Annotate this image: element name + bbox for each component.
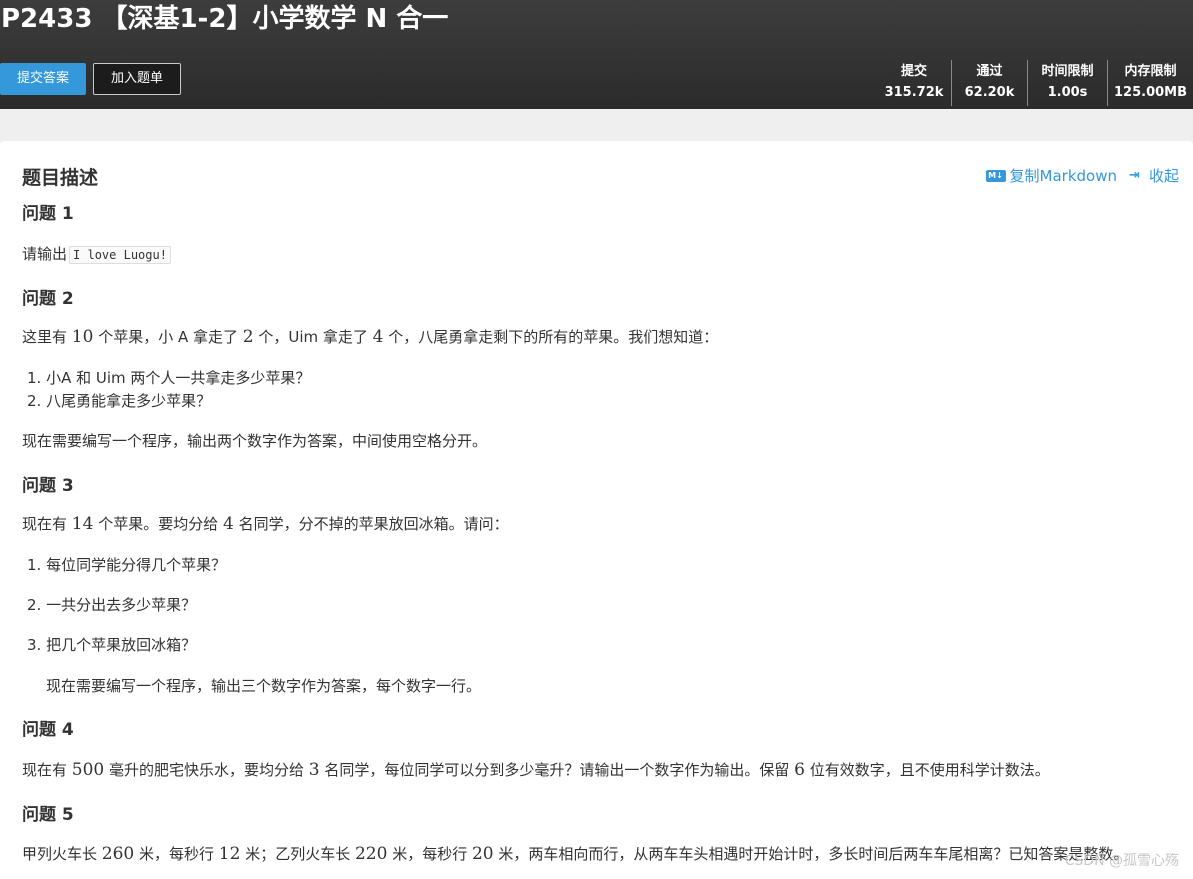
q2-text: 个苹果，小 A 拿走了 <box>93 328 243 346</box>
question-1-text: 请输出 I love Luogu! <box>22 243 171 264</box>
q4-text: 现在有 <box>22 761 72 779</box>
question-3-title: 问题 3 <box>22 476 74 496</box>
q5-number: 20 <box>471 844 494 864</box>
q2-number: 4 <box>372 327 384 347</box>
q4-number: 6 <box>794 760 805 780</box>
stat-label: 提交 <box>900 64 927 79</box>
question-3-paragraph: 现在有 14 个苹果。要均分给 4 名同学，分不掉的苹果放回冰箱。请问： <box>22 513 509 534</box>
stat-label: 时间限制 <box>1041 64 1094 79</box>
stat-value: 125.00MB <box>1114 85 1188 100</box>
question-2-note: 现在需要编写一个程序，输出两个数字作为答案，中间使用空格分开。 <box>22 432 488 450</box>
stat-time-limit: 时间限制 1.00s <box>1027 60 1107 106</box>
q3-number: 4 <box>222 514 234 534</box>
q4-number: 3 <box>308 760 320 780</box>
collapse-button[interactable]: ⇥ 收起 <box>1117 165 1179 186</box>
markdown-icon: M↓ <box>985 169 1006 182</box>
stat-label: 通过 <box>976 64 1003 79</box>
q5-text: 米，每秒行 <box>387 845 472 863</box>
q4-text: 名同学，每位同学可以分到多少毫升？请输出一个数字作为输出。保留 <box>319 761 795 779</box>
q2-number: 2 <box>242 327 254 347</box>
card-tools: M↓ 复制Markdown ⇥ 收起 <box>985 165 1179 186</box>
section-heading: 题目描述 <box>22 167 99 189</box>
q2-number: 10 <box>71 327 94 347</box>
q3-text: 名同学，分不掉的苹果放回冰箱。请问： <box>233 515 509 533</box>
stat-accepted: 通过 62.20k <box>951 60 1027 106</box>
list-item: 2. 一共分出去多少苹果？ <box>27 596 197 614</box>
q3-text: 现在有 <box>22 515 72 533</box>
stat-value: 1.00s <box>1047 85 1088 100</box>
collapse-icon: ⇥ <box>1128 168 1140 183</box>
copy-markdown-label: 复制Markdown <box>1009 167 1117 185</box>
q2-text: 个，八尾勇拿走剩下的所有的苹果。我们想知道： <box>383 328 719 346</box>
q3-text: 个苹果。要均分给 <box>93 515 223 533</box>
question-2-paragraph: 这里有 10 个苹果，小 A 拿走了 2 个，Uim 拿走了 4 个，八尾勇拿走… <box>22 326 718 347</box>
list-item: 3. 把几个苹果放回冰箱？ <box>27 636 197 654</box>
q5-text: 米，每秒行 <box>134 845 219 863</box>
question-4-paragraph: 现在有 500 毫升的肥宅快乐水，要均分给 3 名同学，每位同学可以分到多少毫升… <box>22 759 1050 780</box>
stat-label: 内存限制 <box>1124 64 1177 79</box>
question-4-title: 问题 4 <box>22 720 74 740</box>
collapse-label: 收起 <box>1148 167 1179 185</box>
q4-text: 位有效数字，且不使用科学计数法。 <box>804 761 1050 779</box>
problem-title: P2433 【深基1-2】小学数学 N 合一 <box>1 4 449 34</box>
q5-number: 12 <box>218 844 241 864</box>
list-item: 1. 每位同学能分得几个苹果？ <box>27 556 227 574</box>
q2-text: 个，Uim 拿走了 <box>253 328 373 346</box>
q1-text: 请输出 <box>22 245 68 263</box>
q1-code: I love Luogu! <box>69 246 171 264</box>
q5-number: 260 <box>101 844 135 864</box>
stat-value: 62.20k <box>964 85 1015 100</box>
question-5-paragraph: 甲列火车长 260 米，每秒行 12 米；乙列火车长 220 米，每秒行 20 … <box>22 843 1128 864</box>
problem-header: P2433 【深基1-2】小学数学 N 合一 提交答案 加入题单 提交 315.… <box>0 0 1193 109</box>
q4-text: 毫升的肥宅快乐水，要均分给 <box>104 761 309 779</box>
question-1-title: 问题 1 <box>22 204 74 224</box>
q2-text: 这里有 <box>22 328 72 346</box>
list-item: 1. 小A 和 Uim 两个人一共拿走多少苹果？ <box>27 369 311 387</box>
add-to-list-button[interactable]: 加入题单 <box>93 63 181 95</box>
problem-stats: 提交 315.72k 通过 62.20k 时间限制 1.00s 内存限制 125… <box>877 60 1193 106</box>
stat-submissions: 提交 315.72k <box>877 60 951 106</box>
stat-value: 315.72k <box>884 85 944 100</box>
submit-answer-button[interactable]: 提交答案 <box>0 63 86 95</box>
question-2-title: 问题 2 <box>22 289 74 309</box>
q5-text: 米，两车相向而行，从两车车头相遇时开始计时，多长时间后两车车尾相离？已知答案是整… <box>493 845 1129 863</box>
list-item: 2. 八尾勇能拿走多少苹果？ <box>27 392 212 410</box>
q5-number: 220 <box>354 844 388 864</box>
question-5-title: 问题 5 <box>22 805 74 825</box>
q4-number: 500 <box>71 760 105 780</box>
q3-number: 14 <box>71 514 94 534</box>
question-3-note: 现在需要编写一个程序，输出三个数字作为答案，每个数字一行。 <box>46 677 482 695</box>
stat-memory-limit: 内存限制 125.00MB <box>1107 60 1193 106</box>
q5-text: 米；乙列火车长 <box>240 845 355 863</box>
q5-text: 甲列火车长 <box>22 845 102 863</box>
copy-markdown-button[interactable]: M↓ 复制Markdown <box>985 165 1117 186</box>
watermark: CSDN @孤雪心殇 <box>1064 853 1179 869</box>
